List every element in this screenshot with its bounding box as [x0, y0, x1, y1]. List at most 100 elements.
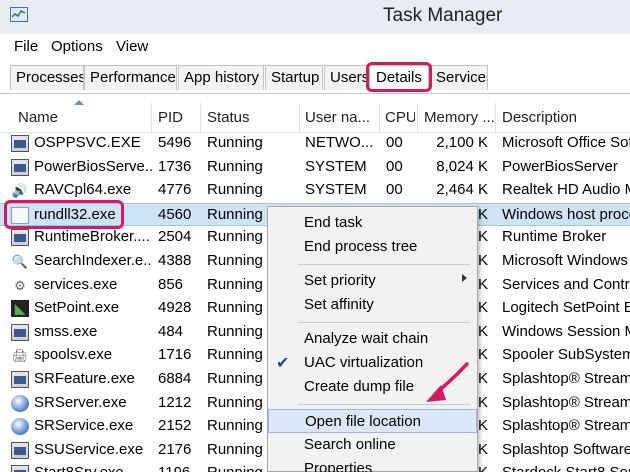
process-description: Services and Controller: [502, 275, 630, 293]
process-name: SRFeature.exe: [34, 370, 135, 387]
rundll32-highlight: [4, 200, 124, 229]
tab-strip: Processes Performance App history Startu…: [0, 60, 630, 94]
process-status: Running: [207, 157, 263, 175]
menu-item-end-task[interactable]: End task: [268, 211, 477, 235]
process-pid: 2176: [158, 440, 192, 458]
task-manager-icon[interactable]: [10, 7, 28, 22]
process-name: spoolsv.exe: [34, 346, 113, 364]
menu-item-search-online[interactable]: Search online: [268, 433, 477, 457]
menu-separator: [298, 264, 470, 265]
process-name: Start8Srv.exe: [34, 464, 152, 472]
table-header: Name PID Status User na... CPU Memory ..…: [0, 95, 630, 133]
menu-item-label: Analyze wait chain: [304, 330, 429, 347]
process-pid: 4928: [158, 299, 192, 317]
magnifier-icon: 🔍: [11, 254, 29, 269]
menu-item-label: Search online: [304, 436, 396, 453]
process-user: NETWO...: [305, 134, 374, 151]
column-name[interactable]: Name: [18, 109, 148, 126]
tab-performance[interactable]: Performance: [84, 65, 177, 90]
column-cpu[interactable]: CPU: [385, 109, 415, 126]
menu-item-label: Create dump file: [304, 378, 415, 395]
process-description: Microsoft Office Softw: [502, 134, 630, 151]
process-name: SRService.exe: [34, 417, 134, 435]
process-pid: 1716: [158, 346, 192, 364]
process-user: SYSTEM: [305, 181, 367, 199]
column-memory[interactable]: Memory ...: [424, 109, 496, 126]
submenu-arrow-icon: [462, 274, 467, 282]
menu-item-label: Properties: [304, 460, 373, 472]
checkmark-icon: ✔: [276, 355, 290, 372]
process-name: RAVCpl64.exe: [34, 181, 132, 199]
details-tab-highlight: [366, 62, 432, 92]
process-cpu: 00: [386, 134, 403, 151]
process-status: Running: [207, 134, 263, 151]
process-pid: 2504: [158, 228, 192, 246]
process-pid: 856: [158, 275, 184, 293]
menu-item-label: UAC virtualization: [304, 354, 424, 371]
menu-bar: File Options View: [0, 34, 630, 60]
process-pid: 1736: [158, 157, 192, 175]
splashtop-icon: [11, 394, 29, 412]
tab-users[interactable]: Users: [324, 65, 367, 90]
sort-ascending-icon: [74, 100, 84, 105]
menu-item-analyze-wait-chain[interactable]: Analyze wait chain: [268, 327, 477, 351]
column-description[interactable]: Description: [502, 109, 630, 126]
process-pid: 1212: [158, 393, 192, 411]
process-memory: 2,100 K: [436, 134, 488, 151]
process-description: Windows Session Mana: [502, 322, 630, 340]
menu-item-create-dump-file[interactable]: Create dump file: [268, 375, 477, 399]
tab-services[interactable]: Services: [430, 65, 488, 90]
menu-item-set-priority[interactable]: Set priority: [268, 269, 477, 293]
speaker-icon: 🔊: [11, 183, 29, 199]
process-description: Spooler SubSystem Ap: [502, 346, 630, 364]
menu-item-end-process-tree[interactable]: End process tree: [268, 235, 477, 259]
menu-item-open-file-location[interactable]: Open file location: [268, 409, 477, 433]
process-memory: 2,464 K: [436, 181, 488, 199]
tab-processes[interactable]: Processes: [10, 65, 84, 90]
menu-view[interactable]: View: [116, 38, 148, 55]
process-pid: 484: [158, 322, 184, 340]
process-pid: 4560: [158, 205, 192, 223]
column-status[interactable]: Status: [207, 109, 297, 126]
gears-icon: ⚙: [14, 277, 26, 293]
setpoint-icon: ◣: [11, 300, 29, 318]
process-pid: 2152: [158, 417, 192, 435]
column-pid[interactable]: PID: [158, 109, 198, 126]
menu-file[interactable]: File: [14, 38, 38, 55]
menu-item-set-affinity[interactable]: Set affinity: [268, 293, 477, 317]
process-description: Microsoft Windows Sea: [502, 252, 630, 269]
tab-startup[interactable]: Startup: [265, 65, 323, 90]
menu-options[interactable]: Options: [51, 38, 103, 55]
process-name: SRServer.exe: [34, 393, 127, 411]
menu-item-label: Open file location: [305, 413, 421, 430]
process-pid: 4388: [158, 252, 192, 269]
process-memory: 8,024 K: [436, 157, 488, 175]
process-description: Splashtop® Streamer: [502, 393, 630, 411]
process-description: Runtime Broker: [502, 228, 607, 246]
splashtop-icon: [11, 418, 29, 436]
table-row[interactable]: PowerBiosServe... 1736 Running SYSTEM 00 8,02…: [0, 156, 630, 180]
menu-item-uac-virtualization[interactable]: UAC virtualization ✔: [268, 351, 477, 375]
process-cpu: 00: [386, 157, 403, 175]
context-menu: End task End process tree Set priority Set …: [267, 206, 478, 472]
service-window-icon: [11, 229, 29, 247]
process-pid: 5496: [158, 134, 192, 151]
table-row[interactable]: OSPPSVC.EXE 5496 Running NETWO... 00 2,100 K M…: [0, 132, 630, 156]
process-description: Realtek HD Audio Man: [502, 181, 630, 199]
process-name: OSPPSVC.EXE: [34, 134, 141, 151]
process-cpu: 00: [386, 181, 403, 199]
menu-item-properties[interactable]: Properties: [268, 457, 477, 472]
process-pid: 6884: [158, 370, 192, 387]
column-user-name[interactable]: User na...: [305, 109, 377, 126]
service-window-icon: [11, 135, 29, 152]
process-name: services.exe: [34, 275, 118, 293]
process-description: Logitech SetPoint Even: [502, 299, 630, 317]
process-name: SearchIndexer.e...: [34, 252, 152, 269]
process-pid: 1196: [158, 464, 198, 472]
printer-icon: 🖨: [11, 348, 29, 364]
process-name: smss.exe: [34, 322, 98, 340]
tab-app-history[interactable]: App history: [178, 65, 264, 90]
menu-separator: [298, 322, 470, 323]
process-description: Splashtop® Streamer: [502, 370, 630, 387]
process-name: SSUService.exe: [34, 440, 144, 458]
